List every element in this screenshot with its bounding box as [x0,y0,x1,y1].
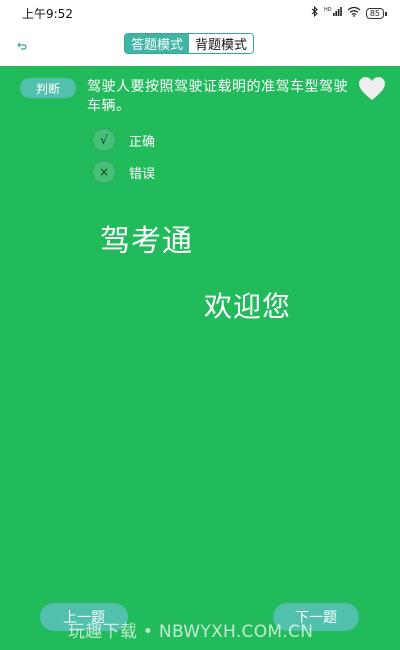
status-time: 上午9:52 [22,6,73,21]
option-label: 正确 [129,134,156,150]
question-panel: 判断 驾驶人要按照驾驶证载明的准驾车型驾驶车辆。 √ 正确 × 错误 驾考通 欢… [0,66,400,650]
heart-icon [358,77,386,106]
back-button[interactable] [12,34,32,54]
option-label: 错误 [129,166,156,182]
cross-icon: × [92,160,116,184]
question-text: 驾驶人要按照驾驶证载明的准驾车型驾驶车辆。 [87,79,348,114]
network-label: HD [324,7,332,13]
wifi-icon [347,6,361,20]
bluetooth-icon [311,5,319,20]
mode-memorize-tab[interactable]: 背题模式 [189,34,254,53]
status-icons: HD 85 [311,5,388,20]
favorite-button[interactable] [358,76,386,102]
back-arrow-icon [17,35,27,54]
top-nav-bar: 答题模式 背题模式 [0,26,400,66]
signal-icon: HD [324,6,342,20]
welcome-greeting: 欢迎您 [204,290,292,323]
status-bar: 上午9:52 HD 85 [0,0,400,26]
option-true[interactable]: √ 正确 [92,128,155,152]
battery-icon: 85 [365,7,388,19]
check-icon: √ [92,128,116,152]
watermark: 玩趣下载 • NBWYXH.COM.CN [68,622,314,642]
mode-answer-tab[interactable]: 答题模式 [125,34,190,53]
option-false[interactable]: × 错误 [92,160,155,184]
welcome-app-name: 驾考通 [100,224,193,259]
mode-toggle: 答题模式 背题模式 [124,33,255,54]
question-type-badge: 判断 [20,78,76,98]
